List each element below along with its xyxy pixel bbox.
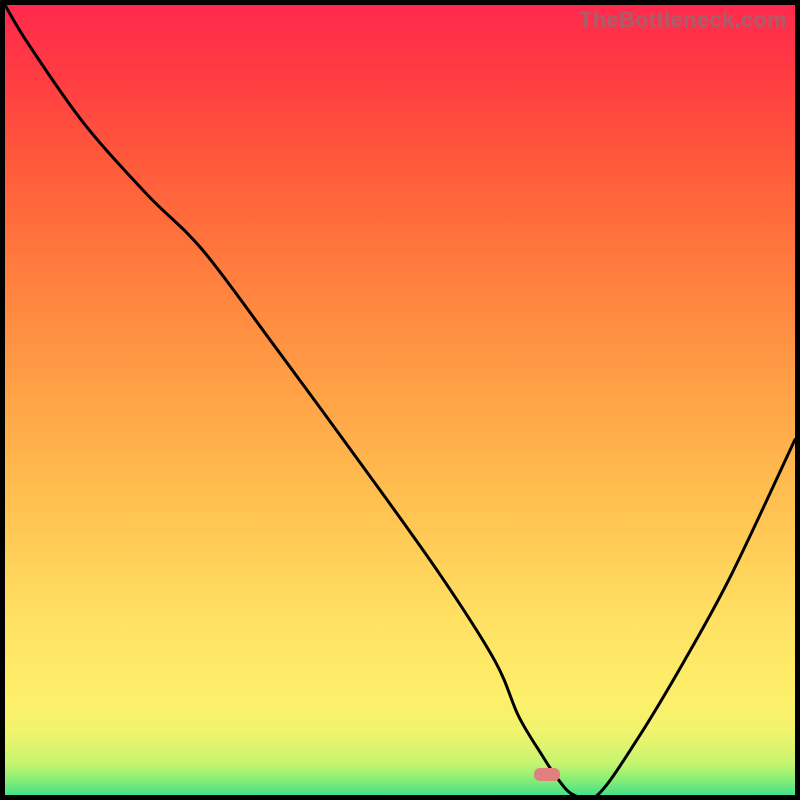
chart-frame: TheBottleneck.com	[0, 0, 800, 800]
bottleneck-curve	[5, 5, 795, 795]
plot-area: TheBottleneck.com	[5, 5, 795, 795]
curve-layer	[5, 5, 795, 795]
optimal-marker	[534, 768, 560, 781]
watermark-text: TheBottleneck.com	[579, 7, 787, 33]
